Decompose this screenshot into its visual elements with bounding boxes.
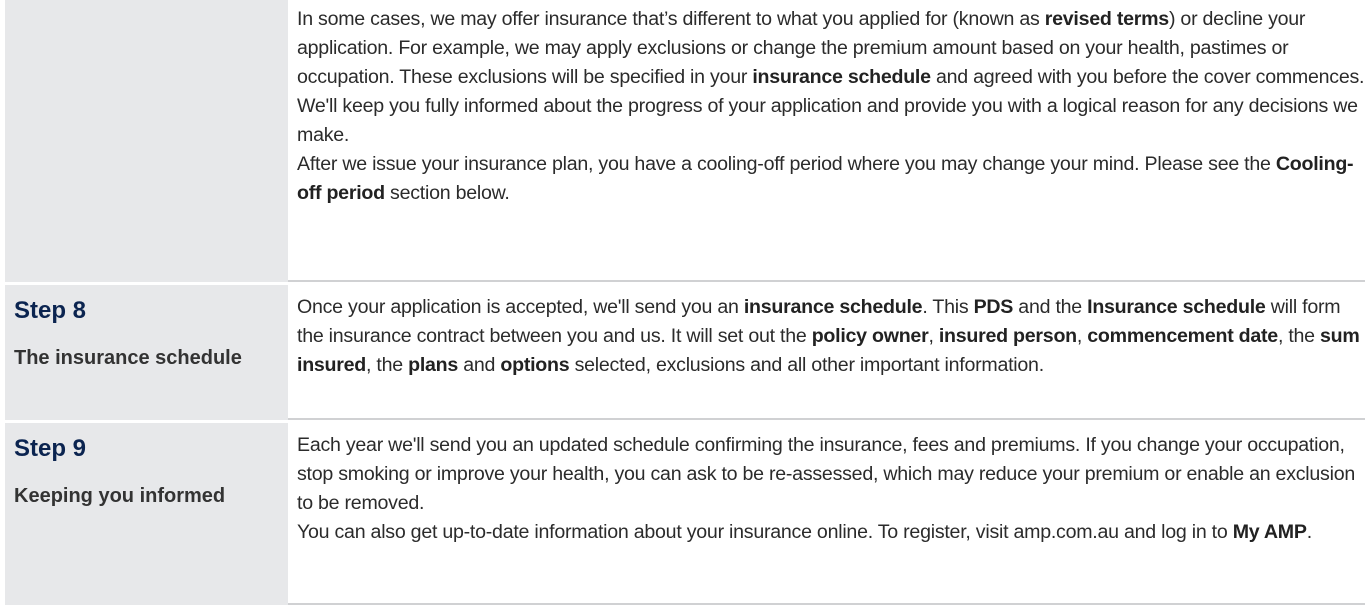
paragraph: We'll keep you fully informed about the … [297,92,1365,150]
paragraph: Once your application is accepted, we'll… [297,293,1365,380]
step-label-cell: Step 9 Keeping you informed [5,423,288,605]
step-description-cell: In some cases, we may offer insurance th… [288,0,1365,282]
bold-term: insurance schedule [743,296,923,318]
bold-term: policy owner [811,325,929,347]
step-description-cell: Each year we'll send you an updated sche… [288,423,1365,605]
text: and the [1013,296,1088,318]
step-label-cell: Step 8 The insurance schedule [5,285,288,420]
bold-term: revised terms [1044,8,1169,30]
paragraph: After we issue your insurance plan, you … [297,150,1365,208]
step-row: Step 9 Keeping you informed Each year we'l… [5,423,1365,605]
bold-term: PDS [973,296,1014,318]
text: selected, exclusions and all other impor… [569,354,1045,376]
bold-term: insurance schedule [752,66,931,88]
step-description-cell: Once your application is accepted, we'll… [288,285,1365,420]
text: After we issue your insurance plan, you … [297,153,1276,175]
step-row: In some cases, we may offer insurance th… [5,0,1365,282]
bold-term: insured person [938,325,1077,347]
bold-term: My AMP [1232,521,1307,543]
bold-term: Insurance schedule [1087,296,1266,318]
text: , the [366,354,409,376]
text: In some cases, we may offer insurance th… [297,8,1045,30]
paragraph: In some cases, we may offer insurance th… [297,5,1365,92]
step-number: Step 9 [14,435,87,462]
text: Each year we'll send you an updated sche… [297,434,1355,514]
step-label-cell [5,0,288,282]
step-row: Step 8 The insurance schedule Once your ap… [5,285,1365,420]
text: , the [1277,325,1321,347]
bold-term: options [500,354,570,376]
text: and agreed with you before the cover com… [930,66,1365,88]
bold-term: plans [408,354,459,376]
text: You can also get up-to-date information … [297,521,1233,543]
text: , [1076,325,1088,347]
paragraph: Each year we'll send you an updated sche… [297,431,1365,518]
steps-table: In some cases, we may offer insurance th… [5,0,1365,605]
step-title: Keeping you informed [14,485,226,507]
step-title: The insurance schedule [14,347,242,369]
text: Once your application is accepted, we'll… [297,296,744,318]
text: . This [922,296,974,318]
paragraph: You can also get up-to-date information … [297,518,1365,547]
text: and [458,354,501,376]
text: , [928,325,939,347]
text: . [1306,521,1312,543]
text: We'll keep you fully informed about the … [297,95,1358,146]
text: section below. [384,182,510,204]
step-number: Step 8 [14,297,87,324]
bold-term: commencement date [1087,325,1278,347]
